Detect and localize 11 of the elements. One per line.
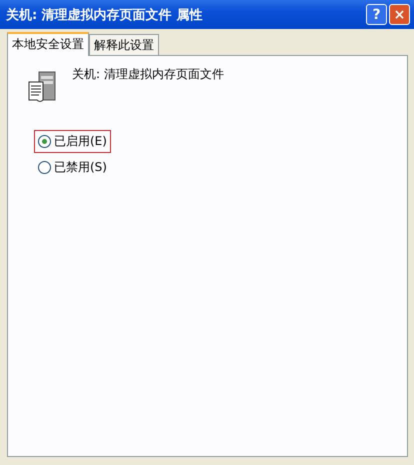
server-document-icon	[26, 70, 58, 104]
radio-button[interactable]	[38, 161, 51, 174]
radio-button[interactable]	[38, 135, 51, 148]
option-label[interactable]: 已启用(E)	[54, 133, 107, 150]
close-button[interactable]: ×	[389, 4, 410, 25]
tab[interactable]: 解释此设置	[89, 34, 159, 55]
window-title: 关机: 清理虚拟内存页面文件 属性	[6, 6, 202, 24]
help-button[interactable]: ?	[366, 4, 387, 25]
option-label[interactable]: 已禁用(S)	[54, 159, 107, 176]
policy-name: 关机: 清理虚拟内存页面文件	[72, 66, 224, 83]
tab[interactable]: 本地安全设置	[7, 32, 89, 56]
